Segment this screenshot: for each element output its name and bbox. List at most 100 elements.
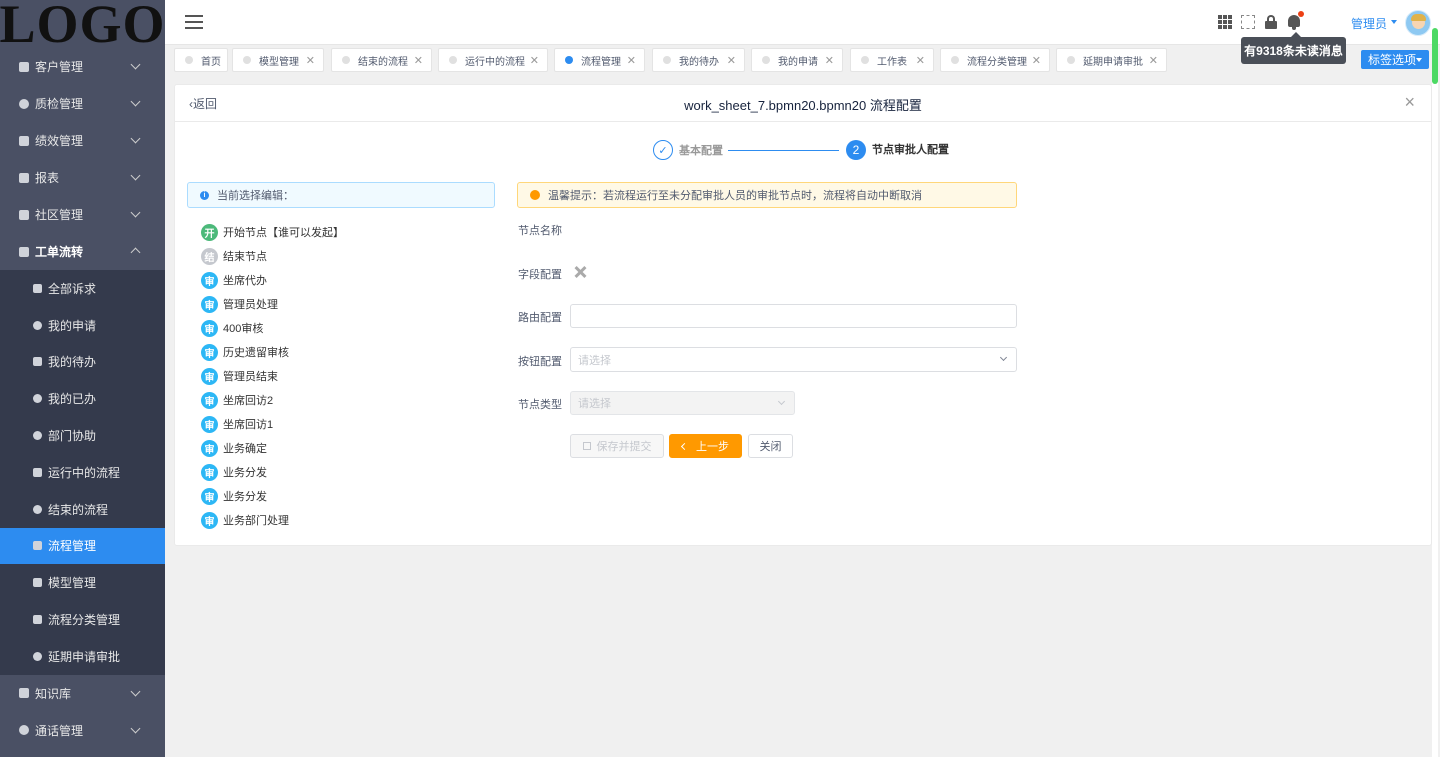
sidebar-subitem-extension-approval[interactable]: 延期申请审批: [0, 638, 165, 675]
close-icon[interactable]: ✕: [916, 54, 925, 67]
list-item[interactable]: 审业务确定: [201, 436, 344, 460]
sidebar-item-community[interactable]: 社区管理: [0, 196, 165, 233]
check-icon: ✓: [653, 140, 673, 160]
clock-icon: [33, 651, 42, 661]
tab-dot: [243, 56, 251, 64]
sidebar-subitem-my-todo[interactable]: 我的待办: [0, 344, 165, 381]
scrollbar[interactable]: [1432, 28, 1438, 84]
list-item[interactable]: 审坐席回访1: [201, 412, 344, 436]
close-icon[interactable]: ✕: [1032, 54, 1041, 67]
menu-toggle-icon[interactable]: [185, 15, 203, 29]
sidebar-subitem-my-applications[interactable]: 我的申请: [0, 307, 165, 344]
close-icon[interactable]: ✕: [414, 54, 423, 67]
sidebar-item-quality[interactable]: 质检管理: [0, 85, 165, 122]
tab-dot: [565, 56, 573, 64]
sidebar-item-calls[interactable]: 通话管理: [0, 712, 165, 749]
close-button[interactable]: 关闭: [748, 434, 793, 458]
bell-icon[interactable]: [1287, 15, 1301, 30]
tab-dot: [663, 56, 671, 64]
card-title: work_sheet_7.bpmn20.bpmn20 流程配置: [684, 98, 922, 113]
sidebar-subitem-process-category[interactable]: 流程分类管理: [0, 601, 165, 638]
sidebar-item-label: 流程分类管理: [48, 613, 121, 628]
list-item[interactable]: 审坐席回访2: [201, 388, 344, 412]
tab-extension-approval[interactable]: 延期申请审批 ✕: [1056, 48, 1167, 72]
list-item[interactable]: 审业务分发: [201, 484, 344, 508]
list-item[interactable]: 审管理员处理: [201, 292, 344, 316]
sidebar-item-workflow[interactable]: 工单流转: [0, 233, 165, 270]
button-config-select[interactable]: 请选择: [570, 347, 1017, 372]
close-icon[interactable]: ×: [1404, 93, 1415, 111]
sidebar-item-label: 社区管理: [35, 208, 84, 222]
prev-step-button[interactable]: 上一步: [669, 434, 742, 458]
sidebar-subitem-dept-assist[interactable]: 部门协助: [0, 417, 165, 454]
tab-my-applications[interactable]: 我的申请 ✕: [751, 48, 843, 72]
tab-dot: [762, 56, 770, 64]
route-config-input[interactable]: [570, 304, 1017, 328]
node-label: 管理员结束: [223, 371, 278, 383]
tab-dot: [185, 56, 193, 64]
sidebar-item-label: 知识库: [35, 686, 72, 701]
select-placeholder: 请选择: [578, 354, 611, 367]
sidebar-item-label: 我的待办: [48, 355, 97, 370]
tab-label: 首页: [201, 56, 221, 68]
user-icon: [19, 61, 29, 72]
tab-running-processes[interactable]: 运行中的流程 ✕: [438, 48, 548, 72]
sidebar-subitem-model-management[interactable]: 模型管理: [0, 564, 165, 601]
sidebar-item-customer[interactable]: 客户管理: [0, 48, 165, 85]
list-item[interactable]: 审业务分发: [201, 460, 344, 484]
tab-worksheet[interactable]: 工作表 ✕: [850, 48, 934, 72]
check-circle-icon: [19, 98, 29, 109]
avatar[interactable]: [1405, 10, 1431, 36]
doc-icon: [33, 578, 42, 588]
doc-icon: [33, 357, 42, 367]
list-item[interactable]: 审 400审核: [201, 316, 344, 340]
fullscreen-icon[interactable]: [1241, 15, 1255, 29]
chevron-down-icon: [130, 133, 141, 144]
list-item[interactable]: 审坐席代办: [201, 268, 344, 292]
sidebar-subitem-ended-processes[interactable]: 结束的流程: [0, 491, 165, 528]
close-icon[interactable]: ✕: [727, 54, 736, 67]
tab-ended-processes[interactable]: 结束的流程 ✕: [331, 48, 432, 72]
close-icon[interactable]: ✕: [530, 54, 539, 67]
wrench-icon[interactable]: [574, 265, 588, 279]
close-icon[interactable]: ✕: [627, 54, 636, 67]
sidebar-item-reports[interactable]: 报表: [0, 159, 165, 196]
tab-label: 结束的流程: [358, 56, 408, 68]
close-icon[interactable]: ✕: [1149, 54, 1158, 67]
step-approver-config: 节点审批人配置: [872, 144, 949, 156]
step-connector: [728, 150, 839, 151]
tab-my-todo[interactable]: 我的待办 ✕: [652, 48, 745, 72]
close-icon[interactable]: ✕: [306, 54, 315, 67]
tab-home[interactable]: 首页: [174, 48, 228, 72]
list-item[interactable]: 结结束节点: [201, 244, 344, 268]
sidebar-subitem-process-management[interactable]: 流程管理: [0, 527, 165, 565]
sidebar-item-label: 客户管理: [35, 60, 84, 74]
lock-icon[interactable]: [1264, 15, 1278, 29]
tab-process-management[interactable]: 流程管理 ✕: [554, 48, 645, 72]
circle-icon: [33, 504, 42, 514]
sidebar-item-performance[interactable]: 绩效管理: [0, 122, 165, 159]
sidebar-item-label: 我的已办: [48, 392, 97, 407]
logo[interactable]: LOGO: [0, 0, 165, 51]
tag-options-button[interactable]: 标签选项: [1361, 50, 1429, 69]
sidebar-subitem-all-requests[interactable]: 全部诉求: [0, 270, 165, 307]
list-item[interactable]: 审历史遗留审核: [201, 340, 344, 364]
chevron-down-icon: [777, 397, 786, 406]
review-node-icon: 审: [201, 511, 218, 529]
tab-model-management[interactable]: 模型管理 ✕: [232, 48, 324, 72]
list-item[interactable]: 开开始节点【谁可以发起】: [201, 220, 344, 244]
review-node-icon: 审: [201, 319, 218, 337]
sidebar-item-knowledge[interactable]: 知识库: [0, 675, 165, 712]
user-menu[interactable]: 管理员: [1351, 15, 1387, 32]
close-icon[interactable]: ✕: [825, 54, 834, 67]
apps-grid-icon[interactable]: [1218, 15, 1232, 29]
sidebar-subitem-my-done[interactable]: 我的已办: [0, 380, 165, 417]
review-node-icon: 审: [201, 487, 218, 505]
sidebar-subitem-running-processes[interactable]: 运行中的流程: [0, 454, 165, 491]
list-item[interactable]: 审业务部门处理: [201, 508, 344, 532]
save-submit-button[interactable]: 保存并提交: [570, 434, 664, 458]
tab-process-category[interactable]: 流程分类管理 ✕: [940, 48, 1050, 72]
node-type-select[interactable]: 请选择: [570, 391, 795, 415]
list-item[interactable]: 审管理员结束: [201, 364, 344, 388]
caret-down-icon[interactable]: [1391, 20, 1397, 24]
